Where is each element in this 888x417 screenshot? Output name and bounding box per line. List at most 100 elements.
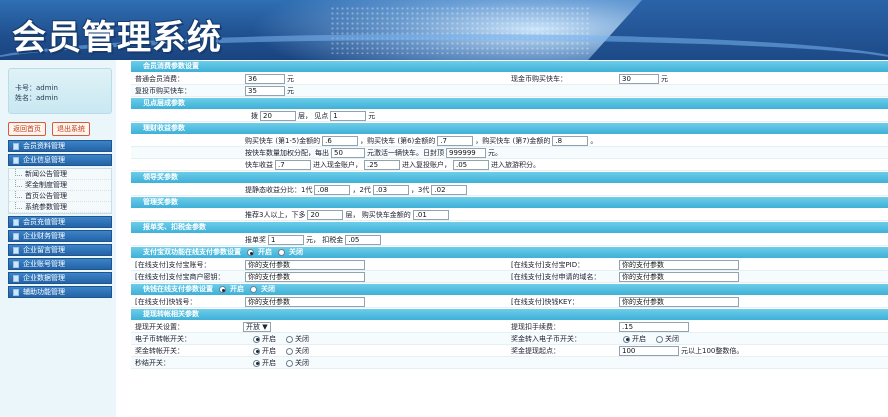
sidebar-item-member-profile[interactable]: 会员资料管理 [8, 140, 112, 152]
field-label: [在线支付]支付宝商户密钥： [135, 272, 225, 281]
sidebar-item-data[interactable]: 企业数据管理 [8, 272, 112, 284]
99bill-key-input[interactable]: 你的支付参数 [619, 297, 739, 307]
tax-input[interactable]: .05 [345, 235, 382, 245]
field-label: 普通会员消费： [135, 74, 184, 83]
field-label: 提现开关设置： [135, 322, 184, 331]
folder-icon [13, 233, 19, 240]
ecoin-transfer-open-radio[interactable] [253, 335, 260, 343]
alipay-pid-input[interactable]: 你的支付参数 [619, 260, 739, 270]
sidebar-menu: 会员资料管理 企业信息管理 新闻公告管理 奖金制度管理 首页公告管理 系统参数管… [8, 140, 112, 300]
param-row: 推荐3人以上，下多 20 层， 购买快车金额的 .01 [131, 209, 888, 221]
alipay-close-radio[interactable]: 关闭 [276, 247, 303, 258]
bonus-to-ecoin-open-radio[interactable] [623, 335, 630, 343]
sidebar: 卡号：admin 姓名：admin 返回首页 退出系统 会员资料管理 企业信息管… [0, 60, 116, 417]
param-row: 报单奖 1 元， 扣税金 .05 [131, 234, 888, 246]
param-row: 秒结开关： 开启 关闭 [131, 357, 888, 369]
folder-icon [13, 275, 19, 282]
rate-6-input[interactable]: .7 [437, 136, 474, 146]
sidebar-submenu: 新闻公告管理 奖金制度管理 首页公告管理 系统参数管理 [8, 168, 112, 214]
logout-button[interactable]: 退出系统 [52, 122, 90, 136]
alipay-key-input[interactable]: 你的支付参数 [245, 272, 365, 282]
travel-share-input[interactable]: .05 [453, 160, 489, 170]
section-finance-income: 理财收益参数 [131, 123, 888, 134]
gen1-input[interactable]: .08 [314, 185, 351, 195]
field-label: [在线支付]支付宝账号： [135, 260, 211, 269]
param-row: [在线支付]支付宝账号： 你的支付参数 [在线支付]支付宝PID： 你的支付参数 [131, 259, 888, 271]
sidebar-item-finance[interactable]: 企业财务管理 [8, 230, 112, 242]
repeat-share-input[interactable]: .25 [364, 160, 400, 170]
99bill-open-radio[interactable]: 开启 [217, 284, 244, 295]
sidebar-item-recharge[interactable]: 会员充值管理 [8, 216, 112, 228]
withdraw-min-input[interactable]: 100 [619, 346, 679, 356]
sidebar-item-tools[interactable]: 辅助功能管理 [8, 286, 112, 298]
folder-icon [13, 143, 19, 150]
repeat-buy-input[interactable]: 35 [245, 86, 285, 96]
mgmt-layers-input[interactable]: 20 [307, 210, 344, 220]
section-leader-bonus: 领导奖参数 [131, 172, 888, 183]
daily-cap-input[interactable]: 999999 [446, 148, 486, 158]
field-label: [在线支付]快钱号： [135, 297, 197, 306]
field-label: 复投币购买快车： [135, 86, 191, 95]
param-row: 提现开关设置： 开放 ▼ 提现扣手续费： .15 [131, 321, 888, 333]
folder-icon [13, 289, 19, 296]
field-label: 现金币购买快车： [511, 75, 567, 83]
activation-amount-input[interactable]: 50 [331, 148, 365, 158]
sidebar-subitem-bonus-rules[interactable]: 奖金制度管理 [9, 180, 111, 191]
field-label: 秒结开关： [135, 358, 170, 367]
cash-share-input[interactable]: .7 [275, 160, 311, 170]
sidebar-subitem-news[interactable]: 新闻公告管理 [9, 169, 111, 180]
alipay-domain-input[interactable]: 你的支付参数 [619, 272, 739, 282]
ecoin-transfer-close-radio[interactable] [286, 335, 293, 343]
cash-buy-input[interactable]: 30 [619, 74, 659, 84]
user-name: 姓名：admin [15, 94, 58, 102]
section-member-consumption: 会员消费参数设置 [131, 61, 888, 72]
alipay-open-radio[interactable]: 开启 [245, 247, 272, 258]
normal-consumption-input[interactable]: 36 [245, 74, 285, 84]
instant-settle-close-radio[interactable] [286, 359, 293, 367]
mgmt-rate-input[interactable]: .01 [412, 210, 449, 220]
app-title: 会员管理系统 [12, 18, 222, 58]
home-button[interactable]: 返回首页 [8, 122, 46, 136]
sidebar-item-enterprise-info[interactable]: 企业信息管理 [8, 154, 112, 166]
bonus-to-ecoin-close-radio[interactable] [656, 335, 663, 343]
field-label: 电子币转帐开关： [135, 334, 191, 343]
order-bonus-input[interactable]: 1 [268, 235, 304, 245]
section-view-point: 见点层成参数 [131, 98, 888, 109]
view-point-input[interactable]: 1 [330, 111, 367, 121]
radio-icon [250, 286, 257, 293]
folder-icon [13, 157, 19, 164]
alipay-account-input[interactable]: 你的支付参数 [245, 260, 365, 270]
sidebar-item-accounts[interactable]: 企业账号管理 [8, 258, 112, 270]
folder-icon [13, 261, 19, 268]
rate-7-input[interactable]: .8 [552, 136, 589, 146]
instant-settle-open-radio[interactable] [253, 359, 260, 367]
layers-input[interactable]: 20 [260, 111, 296, 121]
param-row: 按快车数量加权分配，每出 50 元激活一辆快车。日封顶 999999 元。 [131, 147, 888, 159]
bonus-transfer-open-radio[interactable] [253, 347, 260, 355]
sidebar-subitem-home-notice[interactable]: 首页公告管理 [9, 191, 111, 202]
sidebar-item-messages[interactable]: 企业留言管理 [8, 244, 112, 256]
section-management-bonus: 管理奖参数 [131, 197, 888, 208]
user-card-number: 卡号：admin [15, 84, 58, 92]
gen3-input[interactable]: .02 [431, 185, 468, 195]
99bill-close-radio[interactable]: 关闭 [248, 284, 275, 295]
param-row: 快车收益 .7 进入现金账户， .25 进入复投账户， .05 进入旅游积分。 [131, 159, 888, 171]
param-row: 电子币转帐开关： 开启 关闭 奖金转入电子币开关： 开启 关闭 [131, 333, 888, 345]
main-panel: 会员消费参数设置 普通会员消费： 36 元 现金币购买快车： 30 元 复投币购买快… [131, 60, 888, 417]
sidebar-subitem-system-params[interactable]: 系统参数管理 [9, 202, 111, 213]
folder-icon [13, 247, 19, 254]
99bill-account-input[interactable]: 你的支付参数 [245, 297, 365, 307]
param-row: 提静态收益分比：1代 .08 ，2代 .03 ，3代 .02 [131, 184, 888, 196]
withdraw-fee-input[interactable]: .15 [619, 322, 689, 332]
rate-1-5-input[interactable]: .6 [322, 136, 359, 146]
param-row: [在线支付]快钱号： 你的支付参数 [在线支付]快钱KEY： 你的支付参数 [131, 296, 888, 308]
gen2-input[interactable]: .03 [372, 185, 409, 195]
radio-selected-icon [219, 286, 226, 293]
withdraw-switch-select[interactable]: 开放 ▼ [243, 322, 271, 332]
section-withdraw-transfer: 提现转帐相关参数 [131, 309, 888, 320]
bonus-transfer-close-radio[interactable] [286, 347, 293, 355]
folder-icon [13, 219, 19, 226]
param-row: [在线支付]支付宝商户密钥： 你的支付参数 [在线支付]支付申请的域名： 你的支… [131, 271, 888, 283]
field-label: 奖金转帐开关： [135, 346, 184, 355]
section-alipay: 支付宝双功能在线支付参数设置 开启 关闭 [131, 247, 888, 258]
